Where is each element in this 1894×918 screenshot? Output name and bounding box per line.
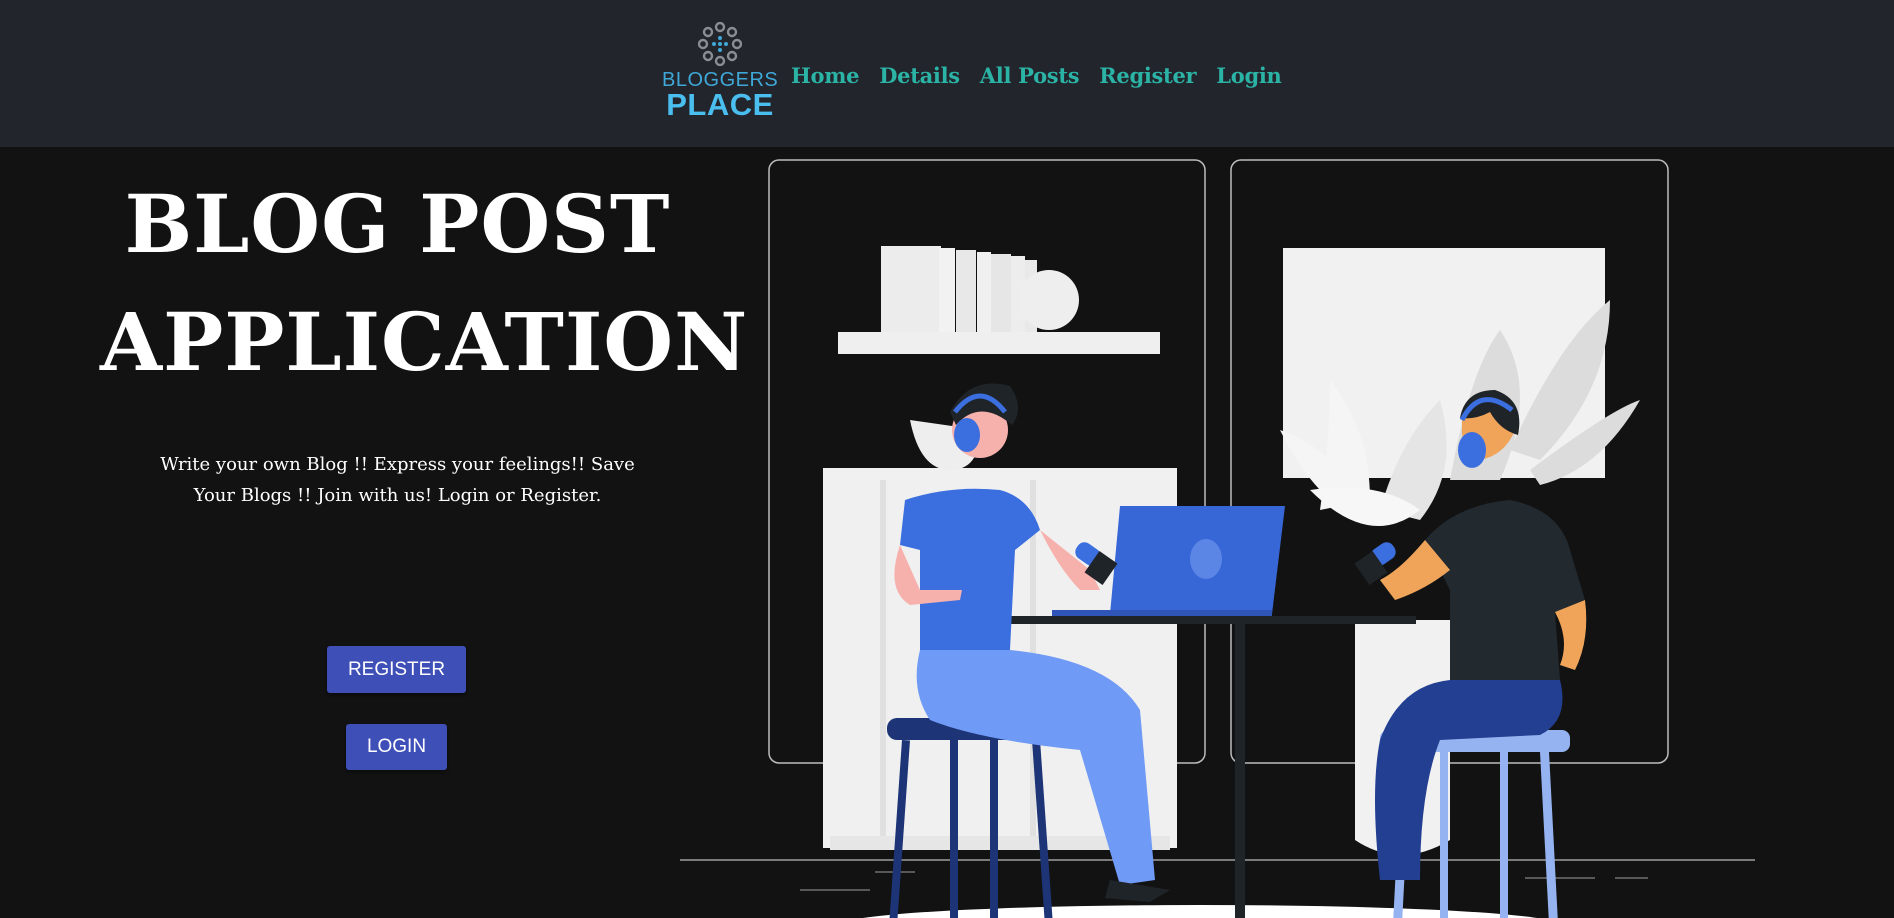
logo-dots-icon — [698, 22, 742, 66]
podcast-illustration — [680, 159, 1755, 918]
nav-home[interactable]: Home — [791, 63, 860, 88]
nav-all-posts[interactable]: All Posts — [980, 63, 1080, 88]
nav-register[interactable]: Register — [1099, 63, 1196, 88]
bookshelf — [838, 246, 1160, 354]
register-button[interactable]: REGISTER — [327, 646, 466, 693]
brand-line2: PLACE — [666, 87, 774, 122]
hero-title: BLOG POST APPLICATION — [100, 165, 747, 401]
hero-title-line1: BLOG POST — [124, 177, 671, 271]
nav-login[interactable]: Login — [1216, 63, 1282, 88]
nav-details[interactable]: Details — [879, 63, 960, 88]
top-navbar: BLOGGERS PLACE Home Details All Posts Re… — [0, 0, 1894, 147]
hero-subtitle: Write your own Blog !! Express your feel… — [160, 454, 635, 506]
brand-logo[interactable]: BLOGGERS PLACE — [662, 22, 778, 127]
main-nav: Home Details All Posts Register Login — [791, 58, 1282, 92]
hero-text: BLOG POST APPLICATION Write your own Blo… — [100, 165, 747, 511]
login-button[interactable]: LOGIN — [346, 724, 447, 770]
hero-title-line2: APPLICATION — [100, 295, 749, 389]
